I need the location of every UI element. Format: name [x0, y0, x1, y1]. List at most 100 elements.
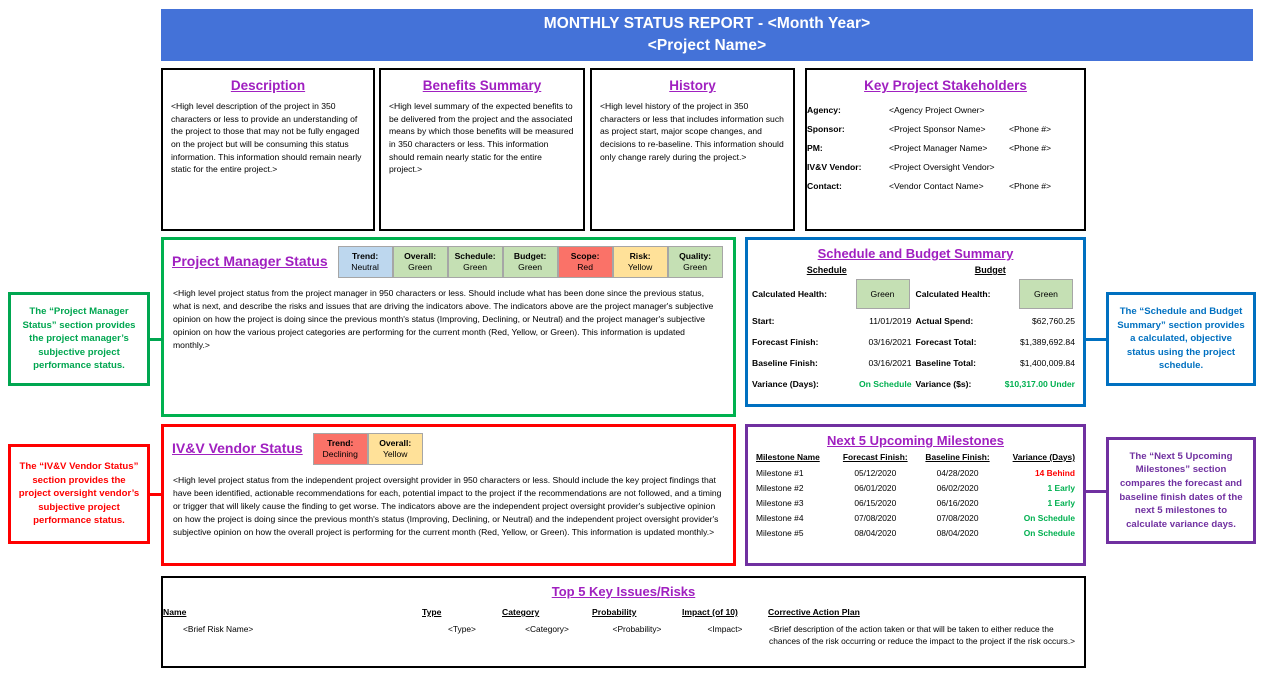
schedule-budget-columns: Schedule Calculated Health: Green Start:… — [748, 265, 1083, 394]
sb-row-label: Forecast Total: — [915, 336, 977, 347]
sb-row: Forecast Finish: 03/16/2021 — [752, 331, 916, 352]
status-chip-key: Quality: — [679, 250, 712, 261]
risks-column-header: Category — [502, 607, 540, 617]
status-chip-value: Green — [408, 262, 433, 272]
risks-column-header: Probability — [592, 607, 637, 617]
schedule-column-heading: Schedule — [806, 265, 847, 275]
schedule-budget-title: Schedule and Budget Summary — [817, 246, 1014, 261]
sb-row-label: Forecast Finish: — [752, 336, 819, 347]
milestone-baseline-finish: 06/02/2020 — [936, 482, 979, 493]
stakeholder-phone — [1009, 100, 1084, 119]
callout-ivv-vendor-status: The “IV&V Vendor Status” section provide… — [8, 444, 150, 544]
status-chip-quality: Quality: Green — [667, 246, 723, 278]
risks-table: Name Type Category Probability Impact (of 10… — [163, 603, 1084, 648]
callout-ivv-connector — [150, 493, 163, 496]
status-chip-value: Neutral — [351, 262, 379, 272]
key-project-stakeholders-card: Key Project Stakeholders Agency: <Agency … — [805, 68, 1086, 231]
risks-title: Top 5 Key Issues/Risks — [551, 584, 696, 599]
callout-project-manager-status: The “Project Manager Status” section pro… — [8, 292, 150, 386]
schedule-health-row: Calculated Health: Green — [752, 278, 916, 310]
callout-pm-connector — [150, 338, 163, 341]
risk-probability: <Probability> — [612, 624, 662, 634]
milestones-title: Next 5 Upcoming Milestones — [827, 433, 1004, 448]
sb-row-value: $1,389,692.84 — [1020, 336, 1075, 347]
status-chip-schedule: Schedule: Green — [447, 246, 503, 278]
status-chip-value: Green — [683, 262, 708, 272]
budget-column: Budget Calculated Health: Green Actual S… — [916, 265, 1080, 394]
sb-row: Start: 11/01/2019 — [752, 310, 916, 331]
schedule-health-label: Calculated Health: — [752, 289, 827, 299]
risk-name: <Brief Risk Name> — [183, 624, 254, 634]
stakeholder-row: PM: <Project Manager Name> <Phone #> — [807, 138, 1084, 157]
pm-status-title: Project Manager Status — [172, 253, 328, 269]
milestones-column-header: Forecast Finish: — [842, 452, 908, 462]
status-chip-budget: Budget: Green — [502, 246, 558, 278]
status-chip-value: Green — [463, 262, 488, 272]
stakeholder-label: IV&V Vendor: — [807, 161, 862, 172]
budget-column-heading: Budget — [974, 265, 1006, 275]
ivv-status-body: <High level project status from the inde… — [173, 475, 722, 537]
milestones-column-header: Baseline Finish: — [925, 452, 990, 462]
benefits-summary-card: Benefits Summary <High level summary of … — [379, 68, 585, 231]
milestone-forecast-finish: 06/01/2020 — [854, 482, 897, 493]
sb-row-value: $62,760.25 — [1031, 315, 1075, 326]
status-chip-key: Schedule: — [454, 250, 496, 261]
milestone-row: Milestone #3 06/15/2020 06/16/2020 1 Early — [748, 495, 1083, 510]
stakeholder-name: <Project Manager Name> — [889, 142, 988, 153]
milestone-row: Milestone #4 07/08/2020 07/08/2020 On Sched… — [748, 510, 1083, 525]
milestone-variance: 1 Early — [1047, 497, 1075, 508]
sb-row-value: 11/01/2019 — [869, 315, 912, 326]
status-chip-scope: Scope: Red — [557, 246, 613, 278]
milestone-forecast-finish: 06/15/2020 — [854, 497, 897, 508]
risks-column-header: Type — [422, 607, 442, 617]
milestone-variance: On Schedule — [1023, 527, 1075, 538]
milestone-name: Milestone #5 — [756, 527, 804, 538]
stakeholders-table: Agency: <Agency Project Owner> Sponsor: <Pr… — [807, 100, 1084, 195]
callout-sb-connector — [1086, 338, 1108, 341]
budget-health-row: Calculated Health: Green — [916, 278, 1080, 310]
ivv-status-indicator-chips: Trend: Declining Overall: Yellow — [312, 433, 423, 465]
milestone-forecast-finish: 07/08/2020 — [854, 512, 897, 523]
sb-row: Baseline Finish: 03/16/2021 — [752, 352, 916, 373]
sb-row-value: $1,400,009.84 — [1020, 357, 1075, 368]
history-card-body: <High level history of the project in 35… — [600, 101, 784, 162]
risk-row: <Brief Risk Name> <Type> <Category> <Probab… — [163, 622, 1084, 648]
sb-row: Variance (Days): On Schedule — [752, 373, 916, 394]
milestones-column-header: Milestone Name — [756, 452, 820, 462]
stakeholder-phone: <Phone #> — [1009, 180, 1052, 191]
stakeholder-label: Contact: — [807, 180, 842, 191]
callout-ivv-text: The “IV&V Vendor Status” section provide… — [18, 460, 140, 527]
sb-row-label: Variance (Days): — [752, 378, 819, 389]
description-card-body: <High level description of the project i… — [171, 101, 362, 175]
status-chip-risk: Risk: Yellow — [612, 246, 668, 278]
sb-row: Baseline Total: $1,400,009.84 — [916, 352, 1080, 373]
risk-type: <Type> — [448, 624, 476, 634]
risks-column-header: Impact (of 10) — [682, 607, 738, 617]
callout-sb-text: The “Schedule and Budget Summary” sectio… — [1117, 305, 1245, 372]
stakeholder-row: Agency: <Agency Project Owner> — [807, 100, 1084, 119]
callout-ms-connector — [1086, 490, 1108, 493]
stakeholder-label: Sponsor: — [807, 123, 845, 134]
history-card-title: History — [669, 78, 716, 93]
stakeholder-phone: <Phone #> — [1009, 123, 1052, 134]
status-chip-key: Scope: — [570, 250, 600, 261]
milestone-variance: 14 Behind — [1034, 467, 1075, 478]
top-5-key-issues-risks-section: Top 5 Key Issues/Risks Name Type Category P… — [161, 576, 1086, 668]
callout-next-5-milestones: The “Next 5 Upcoming Milestones” section… — [1106, 437, 1256, 544]
ivv-vendor-status-section: IV&V Vendor Status Trend: Declining Overal… — [161, 424, 736, 566]
milestone-baseline-finish: 07/08/2020 — [936, 512, 979, 523]
milestone-row: Milestone #2 06/01/2020 06/02/2020 1 Early — [748, 480, 1083, 495]
milestone-baseline-finish: 08/04/2020 — [936, 527, 979, 538]
report-title-banner: MONTHLY STATUS REPORT - <Month Year> <Pr… — [161, 9, 1253, 61]
status-chip-key: Overall: — [404, 250, 437, 261]
pm-status-header: Project Manager Status Trend: Neutral Over… — [164, 240, 733, 278]
callout-schedule-budget-summary: The “Schedule and Budget Summary” sectio… — [1106, 292, 1256, 386]
description-card: Description <High level description of t… — [161, 68, 375, 231]
stakeholder-row: Sponsor: <Project Sponsor Name> <Phone #> — [807, 119, 1084, 138]
sb-row: Variance ($s): $10,317.00 Under — [916, 373, 1080, 394]
stakeholder-name: <Agency Project Owner> — [889, 104, 985, 115]
report-title-line1: MONTHLY STATUS REPORT - <Month Year> — [543, 14, 871, 32]
stakeholder-name: <Project Sponsor Name> — [889, 123, 986, 134]
stakeholders-card-title: Key Project Stakeholders — [864, 78, 1027, 93]
stakeholder-row: IV&V Vendor: <Project Oversight Vendor> — [807, 157, 1084, 176]
